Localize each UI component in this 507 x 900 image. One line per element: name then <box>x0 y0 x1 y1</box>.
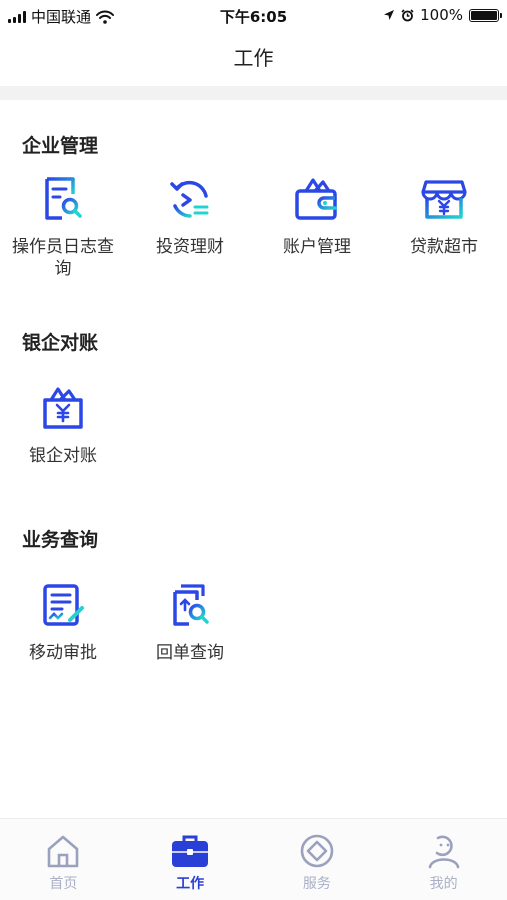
grid-item-label: 投资理财 <box>156 237 224 257</box>
work-screen: 中国联通 下午6:05 100% 工作 企业管理 操作员日志查询 投资理财 账户… <box>0 0 507 900</box>
tab-label: 首页 <box>49 876 78 892</box>
alarm-icon <box>401 8 414 21</box>
section-title-bank-reconcile: 银企对账 <box>22 332 99 354</box>
location-arrow-icon <box>384 10 395 20</box>
status-right: 100% <box>383 6 502 24</box>
profile-icon <box>424 831 464 871</box>
tab-label: 我的 <box>429 876 458 892</box>
grid-item-label: 移动审批 <box>29 643 97 663</box>
tab-bar: 首页 工作 服务 我的 <box>0 818 507 900</box>
header-divider <box>0 86 507 100</box>
battery-icon <box>469 8 502 22</box>
wallet-icon <box>292 174 342 224</box>
operator-log-search-icon <box>38 174 88 224</box>
grid-item-label: 账户管理 <box>283 237 351 257</box>
grid-item-label: 银企对账 <box>29 446 97 466</box>
grid-item-mobile-approval[interactable]: 移动审批 <box>0 580 126 664</box>
status-bar: 中国联通 下午6:05 100% <box>0 0 507 30</box>
mobile-approval-icon <box>38 580 88 630</box>
briefcase-icon <box>170 831 210 871</box>
grid-item-loan-store[interactable]: 贷款超市 <box>381 174 507 258</box>
investment-icon <box>165 174 215 224</box>
grid-item-investment[interactable]: 投资理财 <box>127 174 253 258</box>
home-icon <box>43 831 83 871</box>
receipt-search-icon <box>165 580 215 630</box>
battery-percent: 100% <box>420 6 463 24</box>
loan-store-icon <box>419 174 469 224</box>
tab-home[interactable]: 首页 <box>0 819 127 900</box>
section-title-enterprise: 企业管理 <box>22 135 99 157</box>
grid-item-bank-reconcile[interactable]: 银企对账 <box>0 383 126 467</box>
service-icon <box>297 831 337 871</box>
section-title-business-query: 业务查询 <box>22 529 99 551</box>
grid-item-label: 操作员日志查询 <box>12 237 114 279</box>
tab-service[interactable]: 服务 <box>254 819 381 900</box>
tab-work[interactable]: 工作 <box>127 819 254 900</box>
grid-item-receipt-search[interactable]: 回单查询 <box>127 580 253 664</box>
page-title: 工作 <box>233 46 274 70</box>
tab-label: 服务 <box>302 876 331 892</box>
grid-item-operator-log[interactable]: 操作员日志查询 <box>0 174 126 280</box>
tab-profile[interactable]: 我的 <box>380 819 507 900</box>
bank-reconcile-icon <box>38 383 88 433</box>
grid-item-account-management[interactable]: 账户管理 <box>254 174 380 258</box>
grid-item-label: 贷款超市 <box>410 237 478 257</box>
tab-label: 工作 <box>176 876 205 892</box>
grid-item-label: 回单查询 <box>156 643 224 663</box>
